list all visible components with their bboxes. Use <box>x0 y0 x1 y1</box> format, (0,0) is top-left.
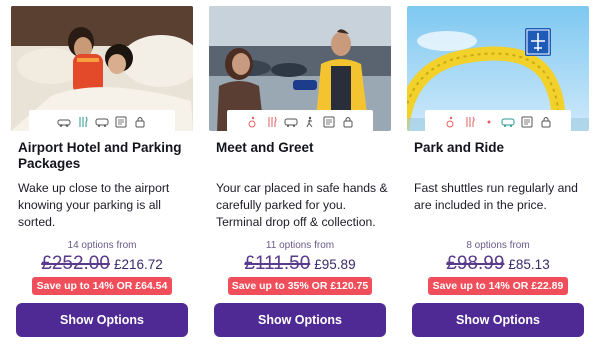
product-card-park-and-ride[interactable]: Park and Ride Fast shuttles run regularl… <box>407 6 593 346</box>
product-card-meet-and-greet[interactable]: Meet and Greet Your car placed in safe h… <box>209 6 395 346</box>
walking-icon <box>303 116 317 128</box>
card-description: Fast shuttles run regularly and are incl… <box>414 181 578 212</box>
new-price: £95.89 <box>314 257 356 272</box>
food-icon <box>76 116 90 128</box>
feature-icons <box>29 110 175 134</box>
show-options-button[interactable]: Show Options <box>16 303 188 337</box>
document-icon <box>114 116 128 128</box>
show-options-button[interactable]: Show Options <box>214 303 386 337</box>
new-price: £85.13 <box>508 257 550 272</box>
price-row: £252.00 £216.72 <box>11 253 193 275</box>
lock-icon <box>539 116 553 128</box>
food-icon <box>265 116 279 128</box>
price-row: £111.50 £95.89 <box>209 253 391 275</box>
card-description: Your car placed in safe hands & carefull… <box>216 181 388 229</box>
car-icon <box>57 116 71 128</box>
lock-icon <box>133 116 147 128</box>
document-icon <box>322 116 336 128</box>
document-icon <box>520 116 534 128</box>
dot-icon <box>482 116 496 128</box>
shuttle-icon <box>284 116 298 128</box>
old-price: £98.99 <box>446 253 505 274</box>
feature-icons <box>227 110 373 134</box>
save-badge: Save up to 14% OR £22.89 <box>428 277 568 295</box>
feature-icons <box>425 110 571 134</box>
options-count: 14 options from <box>67 240 137 251</box>
product-card-hotel-parking[interactable]: Airport Hotel and Parking Packages Wake … <box>11 6 197 346</box>
disabled-icon <box>246 116 260 128</box>
options-count: 11 options from <box>265 240 335 251</box>
food-icon <box>463 116 477 128</box>
shuttle-icon <box>95 116 109 128</box>
card-description: Wake up close to the airport knowing you… <box>18 181 170 229</box>
old-price: £252.00 <box>41 253 110 274</box>
save-badge: Save up to 14% OR £64.54 <box>32 277 172 295</box>
card-title: Park and Ride <box>414 140 505 155</box>
price-row: £98.99 £85.13 <box>407 253 589 275</box>
card-title: Meet and Greet <box>216 140 314 155</box>
old-price: £111.50 <box>244 253 311 274</box>
new-price: £216.72 <box>113 257 163 272</box>
options-count: 8 options from <box>466 240 530 251</box>
card-title: Airport Hotel and Parking Packages <box>18 140 182 171</box>
disabled-icon <box>444 116 458 128</box>
shuttle-icon <box>501 116 515 128</box>
save-badge: Save up to 35% OR £120.75 <box>228 277 372 295</box>
show-options-button[interactable]: Show Options <box>412 303 584 337</box>
lock-icon <box>341 116 355 128</box>
